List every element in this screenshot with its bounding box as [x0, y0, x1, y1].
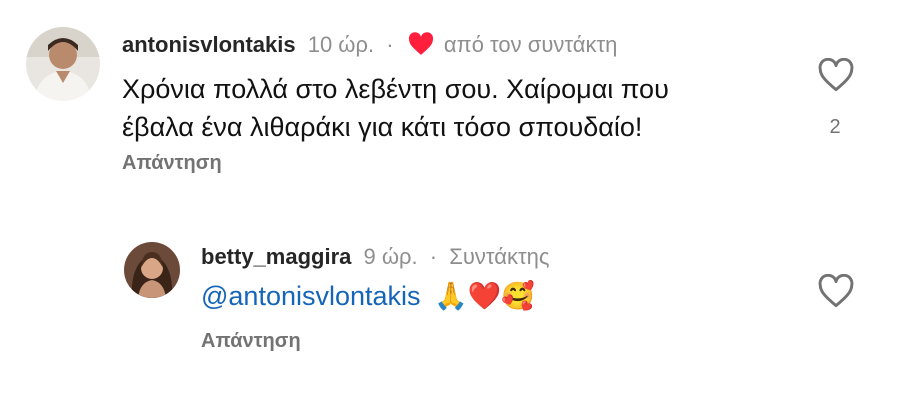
- comment-time: 10 ώρ.: [307, 32, 375, 57]
- outline-heart-icon: [817, 57, 855, 96]
- avatar[interactable]: [124, 242, 180, 298]
- username[interactable]: betty_maggira: [201, 244, 351, 269]
- like-button[interactable]: [817, 57, 855, 97]
- like-count[interactable]: 2: [817, 116, 853, 139]
- separator: ·: [386, 32, 394, 57]
- like-button[interactable]: [817, 273, 855, 313]
- comment-meta: betty_maggira 9 ώρ. · Συντάκτης: [201, 243, 550, 271]
- liked-by-author-label: από τον συντάκτη: [443, 32, 618, 57]
- comment-text-line: έβαλα ένα λιθαράκι για κάτι τόσο σπουδαί…: [122, 112, 643, 142]
- mention-link[interactable]: @antonisvlontakis: [201, 281, 421, 311]
- outline-heart-icon: [817, 273, 855, 312]
- reply-button[interactable]: Απάντηση: [201, 330, 301, 353]
- author-badge: Συντάκτης: [449, 244, 550, 269]
- comment-text: @antonisvlontakis 🙏❤️🥰: [201, 277, 535, 316]
- separator: ·: [429, 244, 438, 269]
- comment-text: Χρόνια πολλά στο λεβέντη σου. Χαίρομαι π…: [122, 70, 669, 146]
- avatar[interactable]: [26, 27, 100, 101]
- comment-betty-maggira: betty_maggira 9 ώρ. · Συντάκτης @antonis…: [0, 200, 900, 404]
- comment-time: 9 ώρ.: [363, 244, 418, 269]
- username[interactable]: antonisvlontakis: [122, 32, 296, 57]
- emoji-text: 🙏❤️🥰: [434, 281, 535, 312]
- comment-antonisvlontakis: antonisvlontakis 10 ώρ. · από τον συντάκ…: [0, 0, 900, 200]
- heart-icon: [408, 32, 434, 63]
- reply-button[interactable]: Απάντηση: [122, 152, 222, 175]
- comment-text-line: Χρόνια πολλά στο λεβέντη σου. Χαίρομαι π…: [122, 74, 669, 104]
- comment-meta: antonisvlontakis 10 ώρ. · από τον συντάκ…: [122, 31, 617, 63]
